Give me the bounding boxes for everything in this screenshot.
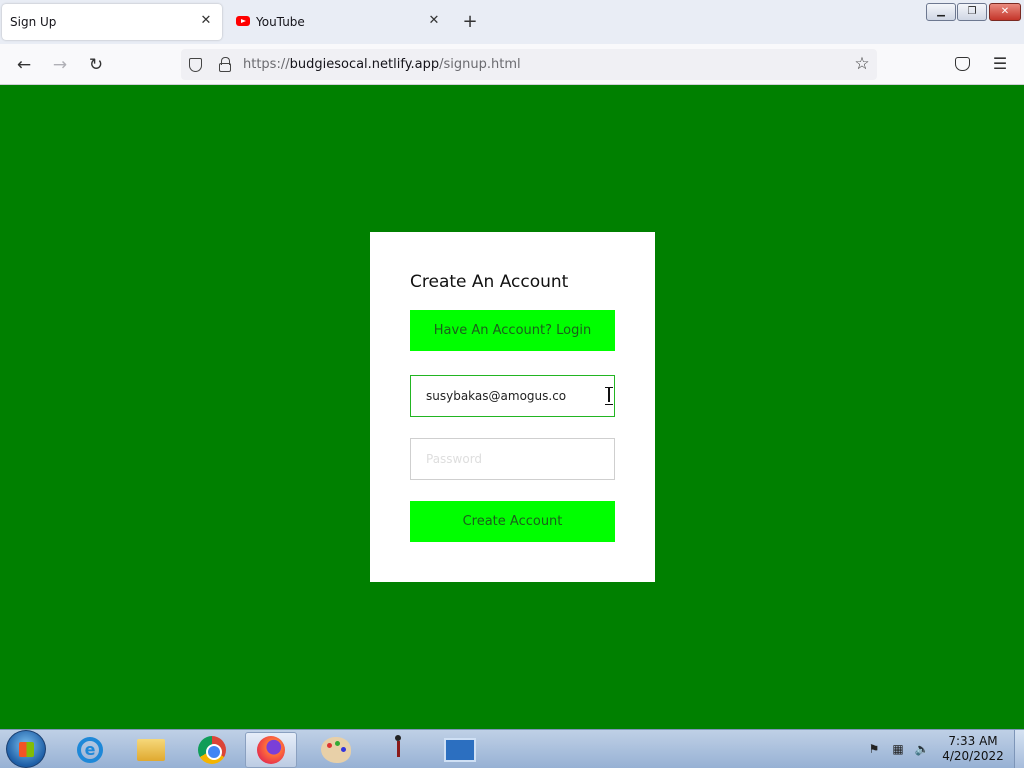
hamburger-menu-icon[interactable]: ☰ [991,53,1009,75]
email-field[interactable] [410,375,615,417]
pocket-icon[interactable] [955,57,970,71]
control-panel-icon[interactable] [434,732,486,768]
minimize-button[interactable]: ▁ [926,3,956,21]
volume-icon[interactable]: 🔈 [914,741,930,757]
start-button[interactable] [6,730,46,768]
clock-date: 4/20/2022 [942,749,1004,763]
url-text[interactable]: https://budgiesocal.netlify.app/signup.h… [243,57,521,72]
page-body: Create An Account Have An Account? Login… [0,85,1024,729]
paint-icon[interactable] [310,732,362,768]
reload-icon[interactable]: ↻ [84,53,108,77]
tab-title: Sign Up [10,15,57,29]
login-button[interactable]: Have An Account? Login [410,310,615,351]
taskbar: e ⚑ ▦ 🔈 7:33 AM 4/20/2022 [0,729,1024,768]
signup-card: Create An Account Have An Account? Login… [370,232,655,582]
forward-arrow-icon[interactable]: → [48,53,72,77]
action-center-flag-icon[interactable]: ⚑ [866,741,882,757]
close-tab-icon[interactable]: ✕ [426,13,442,29]
url-path: /signup.html [439,57,521,72]
tab-youtube[interactable]: YouTube ✕ [226,4,450,40]
page-title: Create An Account [410,272,569,292]
stick-figure-icon[interactable] [372,732,424,768]
url-host: budgiesocal.netlify.app [289,57,440,72]
close-window-button[interactable]: ✕ [989,3,1021,21]
chrome-icon[interactable] [186,732,238,768]
bookmark-star-icon[interactable]: ☆ [851,53,873,75]
text-cursor-icon [605,387,613,405]
shield-icon[interactable] [189,58,202,72]
tab-title: YouTube [256,15,305,29]
url-bar[interactable]: https://budgiesocal.netlify.app/signup.h… [181,49,877,80]
close-tab-icon[interactable]: ✕ [198,13,214,29]
password-field[interactable] [410,438,615,480]
nav-bar: ← → ↻ https://budgiesocal.netlify.app/si… [0,44,1024,85]
restore-button[interactable]: ❐ [957,3,987,21]
tab-sign-up[interactable]: Sign Up ✕ [2,4,222,40]
network-icon[interactable]: ▦ [890,741,906,757]
url-prefix: https:// [243,57,290,72]
clock-time: 7:33 AM [948,734,998,748]
firefox-icon[interactable] [245,732,297,768]
create-account-button[interactable]: Create Account [410,501,615,542]
new-tab-icon[interactable]: + [460,12,480,32]
youtube-icon [236,16,250,26]
internet-explorer-icon[interactable]: e [64,732,116,768]
file-explorer-icon[interactable] [125,732,177,768]
tab-strip: Sign Up ✕ YouTube ✕ + ▁ ❐ ✕ [0,0,1024,44]
lock-icon[interactable] [219,57,231,72]
system-clock[interactable]: 7:33 AM 4/20/2022 [942,734,1004,764]
back-arrow-icon[interactable]: ← [12,53,36,77]
show-desktop-button[interactable] [1014,730,1024,768]
